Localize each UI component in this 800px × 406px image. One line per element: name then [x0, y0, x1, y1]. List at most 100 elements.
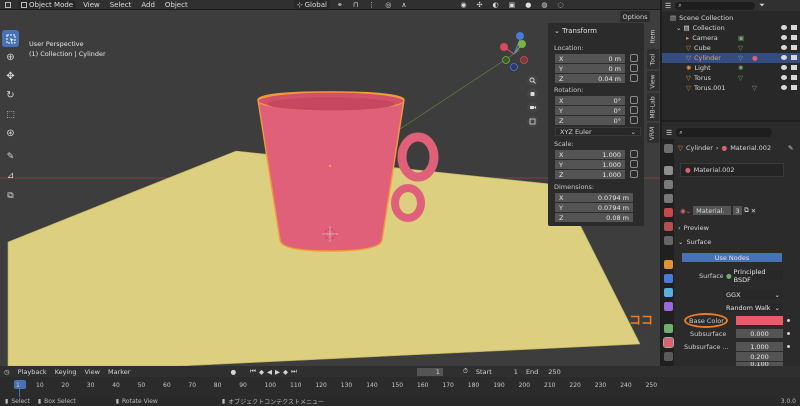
orientation-dropdown[interactable]: ⊹ Global	[293, 0, 330, 9]
gizmo-toggle-button[interactable]: ✣	[474, 0, 486, 9]
subsurface-field[interactable]: 0.000	[736, 329, 783, 338]
transform-panel-header[interactable]: ⌄ Transform	[554, 27, 597, 35]
menu-object[interactable]: Object	[162, 0, 191, 9]
eye-icon[interactable]	[781, 55, 787, 60]
outliner-item-cube[interactable]: ▽ Cube ▽	[662, 43, 800, 53]
tab-world-icon[interactable]	[664, 222, 673, 231]
proportional-edit-button[interactable]: ◎	[382, 0, 394, 9]
falloff-button[interactable]: ∧	[398, 0, 409, 9]
tab-tool[interactable]: Tool	[647, 49, 659, 69]
cursor-tool[interactable]: ⊕	[2, 49, 19, 66]
render-icon[interactable]	[791, 75, 797, 80]
scale-z-field[interactable]: Z 1.000	[555, 170, 625, 179]
play-reverse-icon[interactable]: ◀	[267, 368, 272, 376]
record-icon[interactable]: ●	[230, 368, 236, 376]
eye-icon[interactable]	[781, 75, 787, 80]
menu-keying[interactable]: Keying	[55, 368, 77, 376]
unlink-close-icon[interactable]: ✕	[751, 207, 756, 215]
surface-panel-header[interactable]: ⌄ Surface	[678, 238, 711, 246]
current-frame-field[interactable]: 1	[416, 367, 443, 376]
display-mode-icon[interactable]: ☰	[665, 2, 671, 10]
rotation-x-field[interactable]: X 0°	[555, 96, 625, 105]
lock-icon[interactable]	[630, 96, 638, 104]
annotate-tool[interactable]: ✎	[2, 148, 19, 165]
tab-texture-icon[interactable]	[664, 352, 673, 361]
snap-button[interactable]: ⊓	[350, 0, 361, 9]
menu-view[interactable]: View	[80, 0, 103, 9]
properties-editor-icon[interactable]: ☰	[666, 129, 672, 137]
jump-start-icon[interactable]: ⏮	[250, 367, 256, 376]
distribution-dropdown[interactable]: GGX ⌄	[723, 290, 783, 299]
end-value[interactable]: 250	[548, 368, 560, 376]
lock-icon[interactable]	[630, 160, 638, 168]
tab-item[interactable]: Item	[647, 25, 659, 47]
pin-icon[interactable]: ✎	[788, 144, 793, 152]
tab-view[interactable]: View	[647, 71, 659, 91]
location-y-field[interactable]: Y 0 m	[555, 64, 625, 73]
menu-add[interactable]: Add	[138, 0, 158, 9]
lock-icon[interactable]	[630, 54, 638, 62]
render-icon[interactable]	[791, 55, 797, 60]
render-icon[interactable]	[791, 25, 797, 30]
jump-end-icon[interactable]: ⏭	[291, 367, 297, 376]
eye-icon[interactable]	[781, 85, 787, 90]
base-color-swatch[interactable]	[736, 316, 783, 325]
lock-icon[interactable]	[630, 106, 638, 114]
use-nodes-button[interactable]: Use Nodes	[682, 253, 782, 262]
add-cube-tool[interactable]: ⧉	[2, 187, 19, 204]
menu-playback[interactable]: Playback	[18, 368, 47, 376]
xray-button[interactable]: ▣	[506, 0, 519, 9]
rotation-y-field[interactable]: Y 0°	[555, 106, 625, 115]
pivot-button[interactable]: ⚭	[334, 0, 346, 9]
transform-tool[interactable]: ⊛	[2, 125, 19, 142]
subsurface-radius-y-field[interactable]: 0.200	[736, 352, 783, 361]
tab-collection-icon[interactable]	[664, 236, 673, 245]
navigation-gizmo[interactable]	[492, 30, 540, 78]
keyframe-dot-icon[interactable]	[787, 319, 790, 322]
shading-material-button[interactable]: ◍	[538, 0, 550, 9]
menu-marker[interactable]: Marker	[108, 368, 130, 376]
lock-icon[interactable]	[630, 150, 638, 158]
outliner-item-light[interactable]: ✺ Light ✺	[662, 63, 800, 73]
tab-constraints-icon[interactable]	[664, 302, 673, 311]
render-icon[interactable]	[791, 65, 797, 70]
snap-target-button[interactable]: ⋮	[365, 0, 378, 9]
start-value[interactable]: 1	[514, 368, 518, 376]
location-z-field[interactable]: Z 0.04 m	[555, 74, 625, 83]
zoom-icon[interactable]	[527, 75, 538, 86]
scale-x-field[interactable]: X 1.000	[555, 150, 625, 159]
tab-mb-lab[interactable]: MB-Lab	[647, 93, 659, 121]
outliner-item-camera[interactable]: ▸ Camera ▣	[662, 33, 800, 43]
rotation-z-field[interactable]: Z 0°	[555, 116, 625, 125]
render-icon[interactable]	[791, 35, 797, 40]
keyframe-dot-icon[interactable]	[787, 345, 790, 348]
subsurface-method-dropdown[interactable]: Random Walk ⌄	[723, 303, 783, 312]
dimensions-y-field[interactable]: Y 0.0794 m	[555, 203, 633, 212]
outliner-collection[interactable]: ⌄ ▤ Collection	[662, 23, 800, 33]
lock-icon[interactable]	[630, 74, 638, 82]
eye-icon[interactable]	[781, 35, 787, 40]
tab-render-icon[interactable]	[664, 166, 673, 175]
dimensions-x-field[interactable]: X 0.0794 m	[555, 193, 633, 202]
options-dropdown[interactable]: Options	[620, 11, 650, 22]
tab-modifiers-icon[interactable]	[664, 274, 673, 283]
outliner-item-torus-001[interactable]: ▽ Torus.001 ▽	[662, 83, 800, 93]
render-icon[interactable]	[791, 85, 797, 90]
tab-vrm[interactable]: VRM	[647, 123, 659, 143]
shading-render-button[interactable]: ◌	[554, 0, 566, 9]
material-slot-list[interactable]: ● Material.002	[680, 163, 784, 177]
menu-select[interactable]: Select	[107, 0, 135, 9]
rotation-mode-dropdown[interactable]: XYZ Euler ⌄	[555, 127, 641, 136]
tab-physics-icon[interactable]	[664, 288, 673, 297]
tab-data-icon[interactable]	[664, 324, 673, 333]
overlay-button[interactable]: ◐	[490, 0, 502, 9]
outliner-item-cylinder[interactable]: ▽ Cylinder ▽ ●	[662, 53, 800, 63]
material-browse-icon[interactable]: ◉⌄	[680, 207, 691, 215]
lock-icon[interactable]	[630, 170, 638, 178]
dimensions-z-field[interactable]: Z 0.08 m	[555, 213, 633, 222]
surface-shader-field[interactable]: ● Principled BSDF	[723, 268, 783, 284]
material-name-field[interactable]: Material.	[693, 206, 732, 215]
scale-tool[interactable]: ⬚	[2, 106, 19, 123]
play-icon[interactable]: ▶	[275, 368, 280, 376]
measure-tool[interactable]: ⊿	[2, 167, 19, 184]
